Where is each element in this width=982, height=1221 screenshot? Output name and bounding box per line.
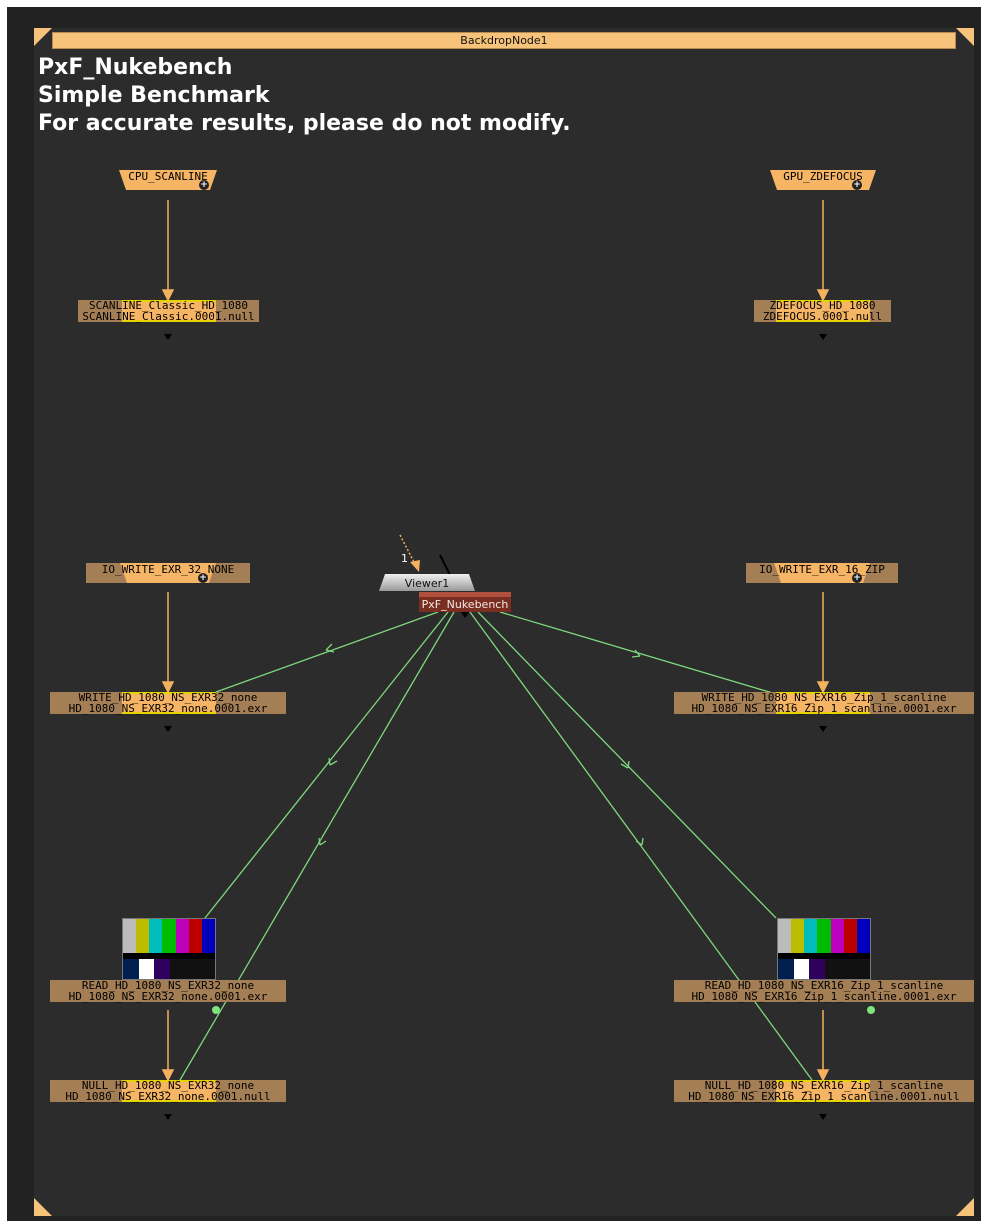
- output-arrow-icon[interactable]: [819, 1114, 827, 1120]
- node-label: IO_WRITE_EXR_16_ZIP: [759, 563, 885, 576]
- pipe-write32-to-pxf[interactable]: [215, 611, 439, 693]
- pxf-node-header: [419, 592, 511, 597]
- node-file: HD_1080_NS_EXR32_none.0001.null: [65, 1090, 271, 1103]
- output-arrow-icon[interactable]: [819, 726, 827, 732]
- output-arrow-icon[interactable]: [461, 612, 469, 618]
- node-file: HD_1080_NS_EXR32_none.0001.exr: [68, 702, 268, 715]
- pipe-read16-to-pxf[interactable]: [477, 611, 777, 919]
- pipe-read16-to-null16[interactable]: [816, 1010, 830, 1082]
- arrow-marker: [328, 757, 338, 766]
- node-file: HD_1080_NS_EXR16_Zip_1_scanline.0001.nul…: [688, 1090, 960, 1103]
- arrow-marker: [325, 643, 335, 653]
- color-bars-thumbnail: [777, 918, 871, 980]
- color-bars-bottom: [123, 959, 215, 979]
- group-node-io-write-exr16[interactable]: IO_WRITE_EXR_16_ZIP +: [746, 563, 898, 583]
- arrow-marker: [318, 837, 327, 846]
- expand-group-icon[interactable]: +: [852, 573, 862, 583]
- expand-group-icon[interactable]: +: [199, 180, 209, 190]
- pipe-read32-to-pxf[interactable]: [204, 611, 449, 919]
- pipe-io32-to-write32[interactable]: [161, 592, 175, 694]
- pipe-read32-to-null32[interactable]: [161, 1010, 175, 1082]
- output-arrow-icon[interactable]: [164, 1114, 172, 1120]
- viewer-node[interactable]: Viewer1: [379, 574, 475, 591]
- group-node-gpu-zdefocus[interactable]: GPU_ZDEFOCUS +: [770, 170, 876, 190]
- pipe-cpu-to-scanline[interactable]: [161, 200, 175, 302]
- node-scanline-classic[interactable]: SCANLINE_Classic_HD_1080 SCANLINE_Classi…: [78, 300, 259, 322]
- pipe-null16-to-pxf[interactable]: [469, 611, 813, 1081]
- node-label: IO_WRITE_EXR_32_NONE: [101, 563, 235, 576]
- node-file: HD_1080_NS_EXR32_none.0001.exr: [68, 990, 268, 1003]
- viewer-input-arrow: [410, 560, 420, 572]
- node-write-exr16[interactable]: WRITE_HD_1080_NS_EXR16_Zip_1_scanline HD…: [674, 692, 974, 714]
- node-zdefocus[interactable]: ZDEFOCUS_HD_1080 ZDEFOCUS.0001.null: [754, 300, 891, 322]
- output-arrow-icon[interactable]: [164, 726, 172, 732]
- node-read-exr32[interactable]: READ_HD_1080_NS_EXR32_none HD_1080_NS_EX…: [50, 980, 286, 1002]
- node-file: SCANLINE_Classic.0001.null: [82, 310, 255, 323]
- arrow-marker: [635, 837, 644, 846]
- pipe-null32-to-pxf[interactable]: [179, 611, 455, 1081]
- group-node-cpu-scanline[interactable]: CPU_SCANLINE +: [119, 170, 217, 190]
- node-null-exr16[interactable]: NULL_HD_1080_NS_EXR16_Zip_1_scanline HD_…: [674, 1080, 974, 1102]
- viewer-input-number: 1: [401, 552, 408, 565]
- color-bars-bottom: [778, 959, 870, 979]
- node-read-exr16[interactable]: READ_HD_1080_NS_EXR16_Zip_1_scanline HD_…: [674, 980, 974, 1002]
- node-null-exr32[interactable]: NULL_HD_1080_NS_EXR32_none HD_1080_NS_EX…: [50, 1080, 286, 1102]
- output-arrow-icon[interactable]: [164, 334, 172, 340]
- node-write-exr32[interactable]: WRITE_HD_1080_NS_EXR32_none HD_1080_NS_E…: [50, 692, 286, 714]
- output-arrow-icon[interactable]: [819, 334, 827, 340]
- node-file: ZDEFOCUS.0001.null: [762, 310, 883, 323]
- group-node-io-write-exr32[interactable]: IO_WRITE_EXR_32_NONE +: [86, 563, 250, 583]
- expand-group-icon[interactable]: +: [198, 573, 208, 583]
- pipe-io16-to-write16[interactable]: [816, 592, 830, 694]
- node-file: HD_1080_NS_EXR16_Zip_1_scanline.0001.exr: [691, 990, 957, 1003]
- output-dot-icon[interactable]: [867, 1006, 875, 1014]
- node-file: HD_1080_NS_EXR16_Zip_1_scanline.0001.exr: [691, 702, 957, 715]
- color-bars: [123, 919, 215, 953]
- pipe-gpu-to-zdefocus[interactable]: [816, 200, 830, 302]
- expand-group-icon[interactable]: +: [852, 180, 862, 190]
- color-bars-thumbnail: [122, 918, 216, 980]
- color-bars: [778, 919, 870, 953]
- output-dot-icon[interactable]: [212, 1006, 220, 1014]
